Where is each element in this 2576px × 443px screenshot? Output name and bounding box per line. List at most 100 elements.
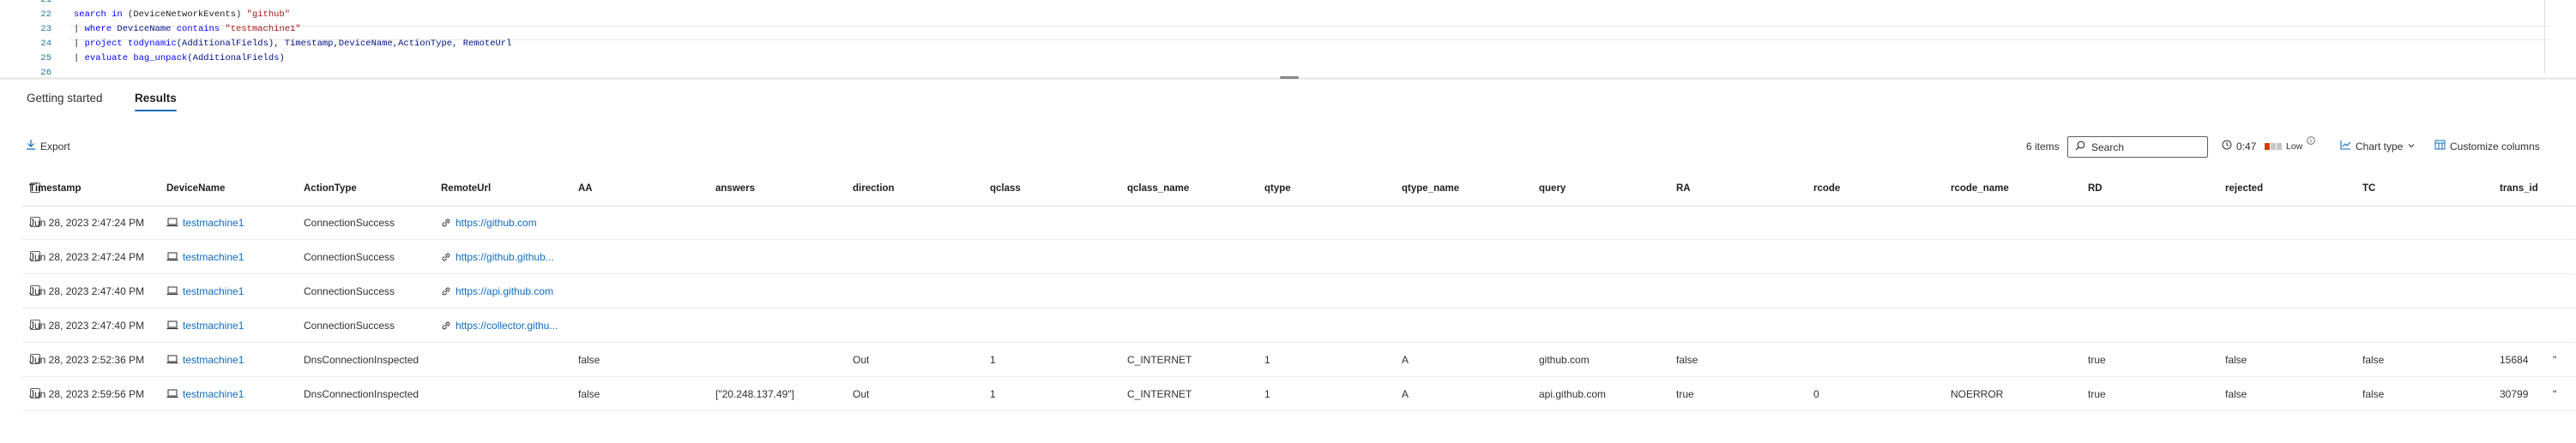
cell-text: ["20.248.137.49"] bbox=[715, 387, 794, 400]
column-header-devicename[interactable]: DeviceName bbox=[166, 171, 225, 206]
laptop-icon bbox=[166, 252, 178, 261]
cell-trans-id: 15684 bbox=[2500, 343, 2528, 376]
cell-text: NOERROR bbox=[1951, 387, 2004, 400]
column-header-actiontype[interactable]: ActionType bbox=[304, 171, 357, 206]
cell-text: github.com bbox=[1539, 353, 1590, 366]
table-row[interactable]: Jun 28, 2023 2:52:36 PM testmachine1 DnsCo… bbox=[22, 343, 2575, 377]
cell-text: api.github.com bbox=[1539, 387, 1607, 400]
info-icon[interactable] bbox=[2307, 132, 2316, 151]
cell-text: true bbox=[1676, 387, 1694, 400]
cell-text: Jun 28, 2023 2:52:36 PM bbox=[29, 353, 145, 366]
column-header-aa[interactable]: AA bbox=[578, 171, 593, 206]
search-input[interactable] bbox=[2090, 140, 2196, 154]
column-header-answers[interactable]: answers bbox=[715, 171, 755, 206]
cell-devicename[interactable]: testmachine1 bbox=[166, 274, 244, 308]
link-icon bbox=[441, 320, 451, 331]
column-header-rejected[interactable]: rejected bbox=[2225, 171, 2263, 206]
search-icon bbox=[2075, 140, 2085, 155]
laptop-icon bbox=[166, 355, 178, 364]
cell-qclass-name: C_INTERNET bbox=[1127, 377, 1191, 410]
column-header-qtype[interactable]: qtype bbox=[1264, 171, 1291, 206]
cell-devicename[interactable]: testmachine1 bbox=[166, 343, 244, 376]
cell-aa: false bbox=[578, 343, 600, 376]
cell-text: false bbox=[1676, 353, 1698, 366]
cell-text: A bbox=[1402, 353, 1409, 366]
column-header-timestamp[interactable]: Timestamp bbox=[29, 171, 81, 206]
cell-rcode: 0 bbox=[1813, 377, 1819, 410]
column-header-remoteurl[interactable]: RemoteUrl bbox=[441, 171, 491, 206]
code-token: project bbox=[84, 39, 129, 49]
column-header-trans-id[interactable]: trans_id bbox=[2500, 171, 2538, 206]
column-header-rcode-name[interactable]: rcode_name bbox=[1951, 171, 2009, 206]
editor-scrollbar[interactable] bbox=[2544, 0, 2545, 74]
code-token: in bbox=[112, 9, 129, 20]
table-row[interactable]: Jun 28, 2023 2:59:56 PM testmachine1 DnsCo… bbox=[22, 377, 2575, 411]
cell-text: 30799 bbox=[2500, 387, 2529, 400]
cell-text: 1 bbox=[1264, 387, 1270, 400]
cell-actiontype: DnsConnectionInspected bbox=[304, 377, 419, 410]
laptop-icon bbox=[166, 218, 178, 227]
cell-text: 1 bbox=[990, 387, 996, 400]
cell-remoteurl[interactable]: https://api.github.com bbox=[441, 274, 553, 308]
code-token: where bbox=[84, 24, 118, 34]
code-token: contains bbox=[176, 24, 226, 34]
cell-text: 1 bbox=[1264, 353, 1270, 366]
cell-devicename[interactable]: testmachine1 bbox=[166, 377, 244, 410]
column-header-rcode[interactable]: rcode bbox=[1813, 171, 1840, 206]
cell-remoteurl[interactable]: https://github.com bbox=[441, 206, 537, 239]
table-row[interactable]: Jun 28, 2023 2:47:40 PM testmachine1 Conne… bbox=[22, 308, 2575, 343]
cell-timestamp: Jun 28, 2023 2:47:24 PM bbox=[29, 240, 144, 273]
line-number: 21 bbox=[40, 0, 51, 5]
cell-text: A bbox=[1402, 387, 1409, 400]
column-header-direction[interactable]: direction bbox=[853, 171, 895, 206]
customize-columns-label: Customize columns bbox=[2450, 141, 2540, 153]
code-token: DeviceName bbox=[117, 24, 177, 34]
table-row[interactable]: Jun 28, 2023 2:47:40 PM testmachine1 Conne… bbox=[22, 274, 2575, 308]
column-header-rd[interactable]: RD bbox=[2088, 171, 2102, 206]
cell-actiontype: ConnectionSuccess bbox=[304, 308, 395, 342]
cell-text: false bbox=[578, 353, 600, 366]
cell-qtype: 1 bbox=[1264, 343, 1270, 376]
clock-icon bbox=[2222, 137, 2232, 156]
query-editor[interactable]: 21 22 search in (DeviceNetworkEvents) "git… bbox=[0, 0, 2553, 77]
table-row[interactable]: Jun 28, 2023 2:47:24 PM testmachine1 Conne… bbox=[22, 240, 2575, 274]
column-header-ra[interactable]: RA bbox=[1676, 171, 1691, 206]
splitter-handle[interactable] bbox=[1280, 76, 1299, 79]
cell-text: Out bbox=[853, 387, 870, 400]
cell-rd: true bbox=[2088, 343, 2106, 376]
resource-usage: Low bbox=[2265, 136, 2316, 156]
cell-text: 1 bbox=[990, 353, 996, 366]
column-header-qtype-name[interactable]: qtype_name bbox=[1402, 171, 1459, 206]
chevron-down-icon bbox=[2407, 137, 2416, 156]
export-button[interactable]: Export bbox=[26, 137, 70, 156]
column-header-qclass-name[interactable]: qclass_name bbox=[1127, 171, 1189, 206]
cell-text: false bbox=[2362, 353, 2385, 366]
chart-type-dropdown[interactable]: Chart type bbox=[2340, 137, 2416, 156]
cell-text: false bbox=[2225, 353, 2247, 366]
cell-devicename[interactable]: testmachine1 bbox=[166, 206, 244, 239]
cell-text: C_INTERNET bbox=[1127, 387, 1192, 400]
cell-overflow: " bbox=[2553, 387, 2557, 400]
tab-results-label: Results bbox=[135, 92, 177, 105]
line-number: 22 bbox=[40, 9, 51, 20]
cell-text: https://github.github... bbox=[455, 250, 554, 263]
code-token: search bbox=[74, 9, 112, 20]
cell-devicename[interactable]: testmachine1 bbox=[166, 240, 244, 273]
cell-text: Jun 28, 2023 2:47:40 PM bbox=[29, 319, 145, 332]
cell-text: DnsConnectionInspected bbox=[304, 387, 419, 400]
tab-results[interactable]: Results bbox=[135, 91, 177, 111]
tab-getting-started-label: Getting started bbox=[27, 92, 103, 105]
cell-devicename[interactable]: testmachine1 bbox=[166, 308, 244, 342]
column-header-qclass[interactable]: qclass bbox=[990, 171, 1021, 206]
cell-text: C_INTERNET bbox=[1127, 353, 1192, 366]
search-box[interactable] bbox=[2067, 136, 2208, 158]
column-header-query[interactable]: query bbox=[1539, 171, 1566, 206]
tab-getting-started[interactable]: Getting started bbox=[27, 91, 103, 111]
cell-remoteurl[interactable]: https://github.github... bbox=[441, 240, 554, 273]
table-row[interactable]: Jun 28, 2023 2:47:24 PM testmachine1 Conne… bbox=[22, 206, 2575, 240]
customize-columns-button[interactable]: Customize columns bbox=[2434, 137, 2540, 156]
cell-remoteurl[interactable]: https://collector.githu... bbox=[441, 308, 558, 342]
cell-text: testmachine1 bbox=[183, 353, 244, 366]
cell-text: Jun 28, 2023 2:59:56 PM bbox=[29, 387, 145, 400]
column-header-tc[interactable]: TC bbox=[2362, 171, 2375, 206]
